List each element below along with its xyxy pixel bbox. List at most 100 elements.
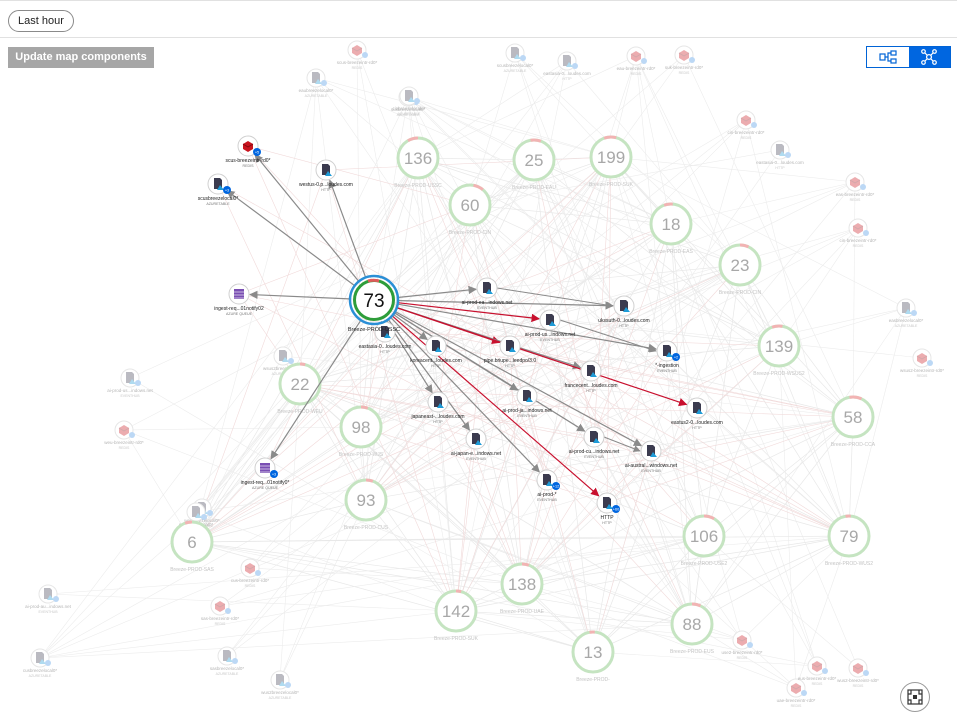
count-badge	[863, 230, 869, 236]
dependency-node[interactable]: +3ingest-req...01notify0*AZURE QUEUE	[241, 458, 290, 490]
dependency-node[interactable]: +3scusbreezelocal0*AZURETABLE	[198, 174, 239, 206]
cluster-label: Breeze-PROD-USE2	[681, 561, 728, 567]
ghost-node[interactable]: scusbreezelocal0*AZURETABLE	[497, 44, 534, 73]
ghost-node[interactable]: ai-prod-us...indows.netEVENTHUB	[107, 369, 153, 398]
count-badge-text: +3	[272, 473, 276, 477]
ghost-node[interactable]: eau-breezeintr-rd0*REDIS	[617, 47, 656, 76]
ghost-node[interactable]: scus-breezeintr-rd0*REDIS	[337, 41, 378, 70]
cluster-node[interactable]: 139Breeze-PROD-WSUS2	[753, 326, 805, 377]
count-badge	[747, 642, 753, 648]
ghost-node[interactable]: uae-breezeintr-rd0*REDIS	[777, 679, 816, 708]
ghost-node-type: REDIS	[352, 66, 363, 70]
cluster-node[interactable]: 23Breeze-PROD-CIN	[719, 245, 762, 296]
cluster-node[interactable]: 79Breeze-PROD-WUS2	[825, 516, 873, 567]
ghost-node[interactable]: eastasia-0...loudes.comHTTP	[756, 141, 804, 170]
ghost-node-name: ai-prod-au...indows.net	[25, 604, 72, 609]
ghost-node[interactable]: cin-breezeintr-rd0*REDIS	[839, 219, 876, 248]
dependency-type: AZURE QUEUE	[226, 312, 253, 316]
fit-to-screen-button[interactable]	[900, 682, 930, 712]
queue-icon	[260, 463, 270, 473]
count-badge	[860, 184, 866, 190]
cluster-node[interactable]: 93Breeze-PROD-CUS	[344, 480, 389, 531]
ghost-node-type: AZURETABLE	[269, 696, 292, 700]
count-badge	[822, 668, 828, 674]
ghost-node[interactable]: easbreezelocal0*AZURETABLE	[889, 299, 924, 328]
background-edge	[522, 584, 796, 688]
dependency-type: EVENTHUB	[540, 338, 560, 342]
dependency-type: EVENTHUB	[584, 455, 604, 459]
cluster-node[interactable]: 13Breeze-PROD-	[573, 632, 613, 683]
ghost-node-name: cusbreezelocal0*	[23, 668, 58, 673]
ghost-node[interactable]: use2-breezeintr-rd0*REDIS	[721, 631, 762, 660]
cluster-node[interactable]: 58Breeze-PROD-CCA	[831, 397, 876, 448]
count-badge	[255, 570, 261, 576]
ghost-node[interactable]: sas-breezeintr-rd0*REDIS	[201, 597, 240, 626]
failure-arc	[361, 407, 368, 408]
ghost-node[interactable]: wus2-breezeintr-rd0*REDIS	[837, 659, 879, 688]
background-edges	[40, 50, 922, 688]
background-edge	[456, 611, 692, 624]
ghost-node-name: cin-breezeintr-rd0*	[727, 130, 764, 135]
dependency-node[interactable]: westus-0.p...loudes.comHTTP	[299, 160, 353, 192]
cluster-node[interactable]: 88Breeze-PROD-EUS	[670, 604, 715, 655]
ghost-node[interactable]: eastasia-0...loudes.comHTTP	[543, 52, 591, 81]
cluster-label: Breeze-PROD-EUS	[670, 649, 715, 655]
cluster-label: Breeze-PROD-WJS	[339, 452, 384, 458]
cluster-node[interactable]: 6Breeze-PROD-SAS	[170, 522, 214, 573]
cluster-label: Breeze-PROD-EAU	[512, 185, 556, 191]
ghost-node[interactable]: suk-breezeintr-rd0*REDIS	[665, 46, 704, 75]
ghost-node[interactable]: wus2breezelocal0*AZURETABLE	[261, 671, 299, 700]
cluster-count: 138	[508, 575, 536, 594]
ghost-node[interactable]: ai-prod-au...indows.netEVENTHUB	[25, 585, 72, 614]
cluster-count: 6	[187, 533, 196, 552]
background-edge	[456, 439, 476, 611]
dependency-type: HTTP	[692, 426, 702, 430]
background-edge	[40, 300, 374, 658]
background-edge	[853, 182, 855, 417]
ghost-node-name: eaubreezelocal0*	[299, 88, 334, 93]
cluster-label: Breeze-PROD-WUS2	[825, 561, 873, 567]
ghost-node[interactable]: cusbreezelocal0*AZURETABLE	[23, 649, 58, 678]
ghost-node-type: REDIS	[737, 656, 748, 660]
count-badge-text: +12	[553, 485, 559, 489]
background-edge	[202, 384, 300, 508]
dependency-type: EVENTHUB	[466, 457, 486, 461]
time-range-button[interactable]: Last hour	[8, 10, 74, 32]
ghost-node[interactable]: wsus2-breezeintr-rd0*REDIS	[900, 349, 944, 378]
dependency-edge[interactable]	[330, 180, 366, 276]
background-edge	[250, 568, 522, 584]
ghost-node-type: REDIS	[853, 684, 864, 688]
cluster-count: 23	[731, 256, 750, 275]
dependency-type: HTTP	[619, 324, 629, 328]
dependency-node[interactable]: +60HTTPHTTP	[597, 493, 620, 525]
failure-arc	[366, 480, 373, 481]
count-badge	[207, 510, 213, 516]
cluster-node[interactable]: 142Breeze-PROD-SUK	[434, 591, 479, 642]
dependency-type: HTTP	[505, 364, 515, 368]
ghost-node-type: REDIS	[119, 446, 130, 450]
application-map[interactable]: scus-breezeintr-rd0*REDIS scusbreezelocal…	[0, 38, 957, 710]
cluster-node[interactable]: 136Breeze-PROD-USSC	[394, 138, 442, 189]
ghost-node[interactable]: eas-breezeintr-rd0*REDIS	[836, 173, 875, 202]
dependency-node[interactable]: +5scus-breezeintr-rd0*REDIS	[225, 136, 270, 168]
ghost-node-type: EVENTHUB	[120, 394, 140, 398]
dependency-edge[interactable]	[250, 294, 349, 298]
background-edge	[196, 512, 456, 611]
ghost-node[interactable]: sasbreezelocal0*AZURETABLE	[210, 647, 245, 676]
dependency-node[interactable]: +12ai-prod-*EVENTHUB	[537, 470, 560, 502]
count-badge-text: +60	[613, 508, 619, 512]
dependency-type: EVENTHUB	[641, 469, 661, 473]
background-edge	[357, 50, 593, 652]
dependency-node[interactable]: ukssuth-0...loudes.comHTTP	[598, 296, 649, 328]
focus-count: 73	[363, 291, 384, 312]
dependency-node[interactable]: +2*-ingestionEVENTHUB	[655, 341, 680, 373]
count-badge	[232, 658, 238, 664]
count-badge	[321, 80, 327, 86]
fit-screen-icon	[907, 689, 923, 705]
ghost-node[interactable]: cin-breezeintr-rd0*REDIS	[727, 111, 764, 140]
background-edge	[742, 536, 849, 640]
ghost-node[interactable]: eus-breezeintr-rd0*REDIS	[798, 657, 837, 686]
cluster-count: 106	[690, 527, 718, 546]
ghost-node-name: use2-breezeintr-rd0*	[721, 650, 762, 655]
ghost-node-name: cus-breezeintr-rd0*	[231, 578, 270, 583]
